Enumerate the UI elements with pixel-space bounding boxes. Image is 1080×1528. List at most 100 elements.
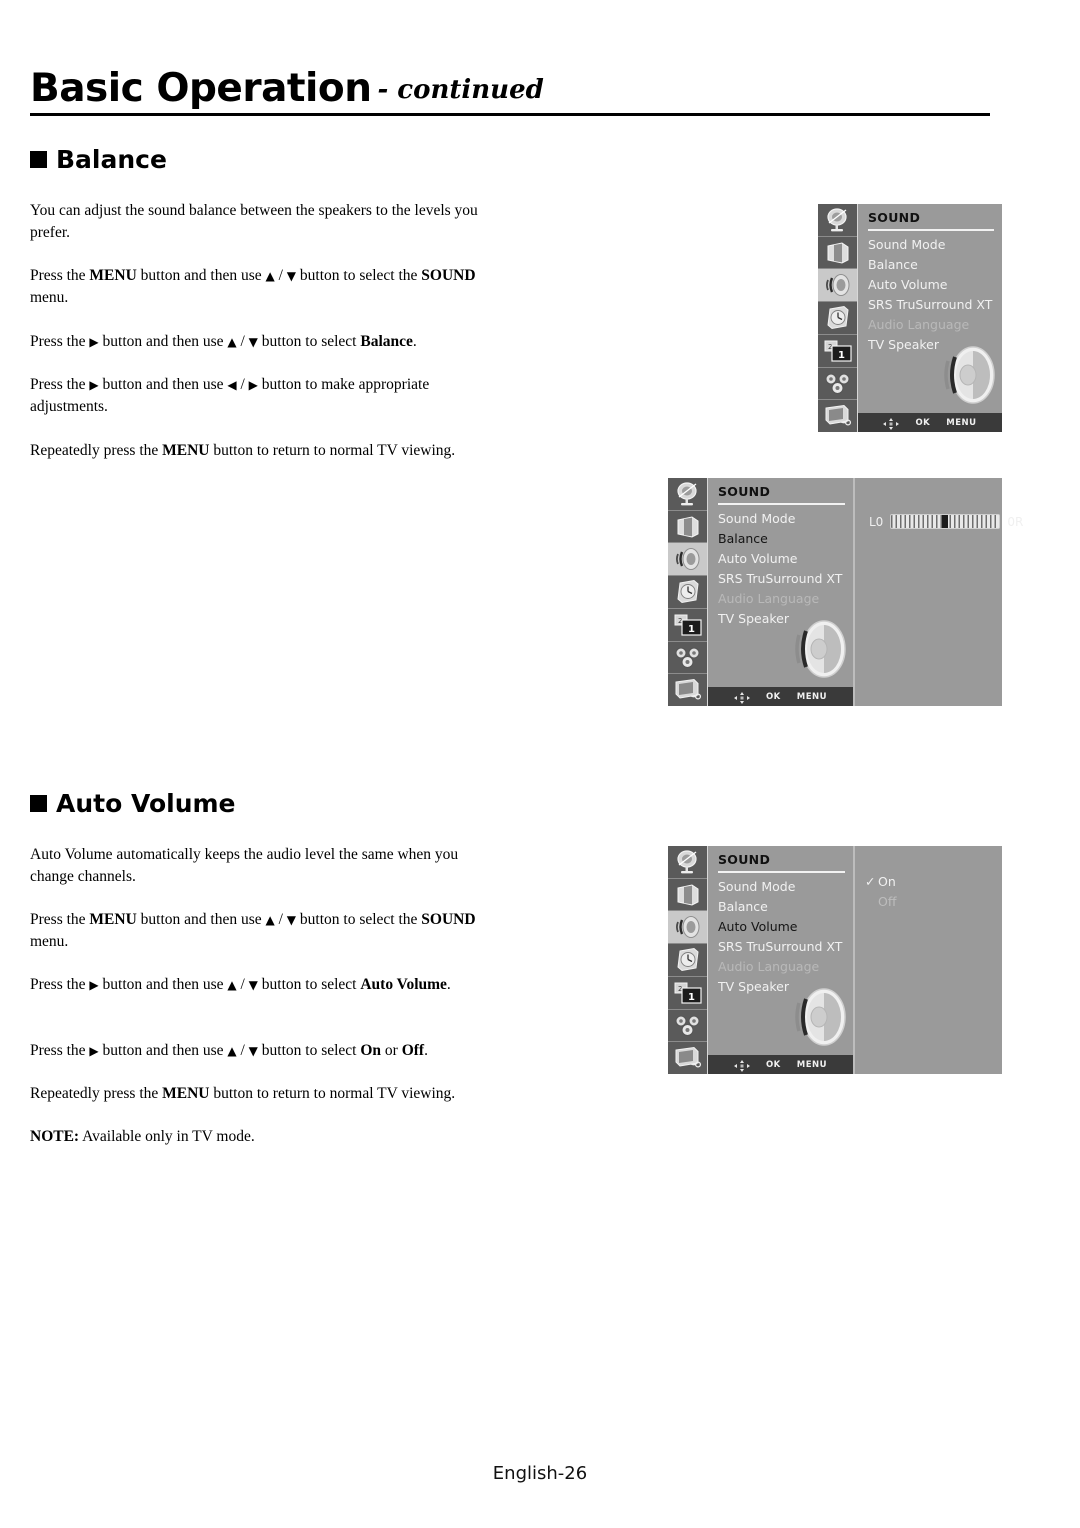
osd-item-sound-mode[interactable]: Sound Mode bbox=[718, 509, 853, 529]
satellite-dish-icon[interactable] bbox=[668, 846, 707, 879]
clock-time-icon[interactable] bbox=[668, 576, 707, 609]
paragraph-balance-intro: You can adjust the sound balance between… bbox=[30, 200, 500, 244]
osd-item-sound-mode[interactable]: Sound Mode bbox=[868, 235, 1002, 255]
manual-page: Basic Operation - continued Balance You c… bbox=[0, 0, 1080, 1528]
satellite-dish-icon[interactable] bbox=[668, 478, 707, 511]
osd-item-balance[interactable]: Balance bbox=[718, 529, 853, 549]
osd-sidebar: 2 1 bbox=[818, 204, 858, 433]
osd-item-audio-language[interactable]: Audio Language bbox=[718, 589, 853, 609]
speaker-graphic-icon bbox=[789, 986, 849, 1048]
osd-item-srs-trusurround-xt[interactable]: SRS TruSurround XT bbox=[868, 295, 1002, 315]
osd-ok-label[interactable]: OK bbox=[766, 1060, 781, 1070]
balance-right-label: 0R bbox=[1007, 514, 1024, 529]
osd-item-balance[interactable]: Balance bbox=[718, 897, 853, 917]
paragraph-balance-step1: Press the MENU button and then use ▲ / ▼… bbox=[30, 267, 476, 306]
osd-menu-panel: SOUND Sound Mode Balance Auto Volume SRS… bbox=[708, 846, 855, 1074]
dpad-navigate-icon[interactable] bbox=[883, 417, 900, 430]
osd-menu-label[interactable]: MENU bbox=[797, 692, 827, 702]
osd-menu-label[interactable]: MENU bbox=[797, 1060, 827, 1070]
osd-item-auto-volume[interactable]: Auto Volume bbox=[718, 549, 853, 569]
osd-ok-label[interactable]: OK bbox=[915, 418, 930, 428]
speaker-graphic-icon bbox=[789, 618, 849, 680]
osd-bottom-bar: OK MENU bbox=[708, 1055, 853, 1074]
paragraph-balance-step4: Repeatedly press the MENU button to retu… bbox=[30, 442, 456, 459]
tv-input-icon[interactable] bbox=[668, 1042, 707, 1075]
osd-item-auto-volume[interactable]: Auto Volume bbox=[868, 275, 1002, 295]
osd-item-srs-trusurround-xt[interactable]: SRS TruSurround XT bbox=[718, 569, 853, 589]
option-off-label: Off bbox=[878, 894, 897, 909]
osd-title-divider bbox=[868, 229, 994, 231]
osd-item-balance[interactable]: Balance bbox=[868, 255, 1002, 275]
pip-screens-icon[interactable]: 2 1 bbox=[818, 334, 857, 368]
balance-slider[interactable]: L0 0R bbox=[869, 514, 1023, 529]
balance-slider-thumb[interactable] bbox=[942, 515, 949, 528]
paragraph-autovolume-intro: Auto Volume automatically keeps the audi… bbox=[30, 844, 500, 888]
checkmark-icon: ✓ bbox=[865, 874, 876, 889]
osd-item-audio-language[interactable]: Audio Language bbox=[718, 957, 853, 977]
dpad-navigate-icon[interactable] bbox=[733, 691, 750, 704]
osd-screenshot-auto-volume: 2 1 SOUND Sound Mode Balance Auto Volume… bbox=[668, 846, 1002, 1075]
svg-text:1: 1 bbox=[688, 624, 695, 635]
osd-sidebar: 2 1 bbox=[668, 846, 708, 1075]
satellite-dish-icon[interactable] bbox=[818, 204, 857, 237]
page-header: Basic Operation - continued bbox=[30, 66, 1040, 111]
paragraph-autovolume-step1: Press the MENU button and then use ▲ / ▼… bbox=[30, 911, 476, 950]
gears-setup-icon[interactable] bbox=[818, 367, 857, 401]
osd-title-divider bbox=[718, 503, 845, 505]
square-bullet-icon bbox=[30, 795, 47, 812]
osd-item-srs-trusurround-xt[interactable]: SRS TruSurround XT bbox=[718, 937, 853, 957]
section-heading-auto-volume-label: Auto Volume bbox=[56, 789, 236, 818]
page-footer: English-26 bbox=[0, 1463, 1080, 1484]
osd-menu-title: SOUND bbox=[868, 210, 921, 225]
paragraph-autovolume-note: NOTE: Available only in TV mode. bbox=[30, 1128, 255, 1145]
osd-menu-panel: SOUND Sound Mode Balance Auto Volume SRS… bbox=[708, 478, 855, 706]
osd-item-audio-language[interactable]: Audio Language bbox=[868, 315, 1002, 335]
balance-slider-track[interactable] bbox=[890, 514, 1001, 529]
osd-menu-items: Sound Mode Balance Auto Volume SRS TruSu… bbox=[708, 877, 853, 997]
osd-screenshot-sound-menu: 2 1 SOUND Sound Mode Balance Auto Volume… bbox=[818, 204, 1002, 433]
section-heading-auto-volume: Auto Volume bbox=[30, 789, 236, 818]
auto-volume-options: ✓ On Off bbox=[865, 872, 896, 912]
osd-menu-panel: SOUND Sound Mode Balance Auto Volume SRS… bbox=[858, 204, 1002, 432]
dpad-navigate-icon[interactable] bbox=[733, 1059, 750, 1072]
speaker-sound-icon[interactable] bbox=[668, 911, 707, 945]
tv-input-icon[interactable] bbox=[818, 400, 857, 433]
paragraph-text: Auto Volume automatically keeps the audi… bbox=[30, 846, 459, 885]
svg-text:1: 1 bbox=[838, 350, 845, 361]
page-title: Basic Operation bbox=[30, 66, 372, 111]
picture-screen-icon[interactable] bbox=[818, 236, 857, 270]
gears-setup-icon[interactable] bbox=[668, 1009, 707, 1043]
gears-setup-icon[interactable] bbox=[668, 641, 707, 675]
page-title-continued: - continued bbox=[377, 75, 544, 105]
clock-time-icon[interactable] bbox=[818, 302, 857, 335]
pip-screens-icon[interactable]: 2 1 bbox=[668, 608, 707, 642]
picture-screen-icon[interactable] bbox=[668, 510, 707, 544]
speaker-sound-icon[interactable] bbox=[818, 269, 857, 303]
clock-time-icon[interactable] bbox=[668, 944, 707, 977]
header-divider bbox=[30, 113, 990, 116]
osd-bottom-bar: OK MENU bbox=[708, 687, 853, 706]
speaker-sound-icon[interactable] bbox=[668, 543, 707, 577]
osd-sidebar: 2 1 bbox=[668, 478, 708, 707]
tv-input-icon[interactable] bbox=[668, 674, 707, 707]
paragraph-autovolume-step3: Press the ▶ button and then use ▲ / ▼ bu… bbox=[30, 1042, 428, 1059]
square-bullet-icon bbox=[30, 151, 47, 168]
pip-screens-icon[interactable]: 2 1 bbox=[668, 976, 707, 1010]
osd-value-pane-balance: L0 0R bbox=[855, 478, 1023, 706]
osd-item-auto-volume[interactable]: Auto Volume bbox=[718, 917, 853, 937]
section-heading-balance-label: Balance bbox=[56, 145, 167, 174]
picture-screen-icon[interactable] bbox=[668, 878, 707, 912]
osd-menu-title: SOUND bbox=[718, 484, 771, 499]
page-number-label: English-26 bbox=[492, 1463, 588, 1484]
osd-menu-title: SOUND bbox=[718, 852, 771, 867]
option-on[interactable]: ✓ On bbox=[865, 872, 896, 892]
osd-screenshot-balance: 2 1 SOUND Sound Mode Balance Auto Volume… bbox=[668, 478, 1023, 707]
paragraph-balance-step3: Press the ▶ button and then use ◀ / ▶ bu… bbox=[30, 376, 430, 415]
osd-item-sound-mode[interactable]: Sound Mode bbox=[718, 877, 853, 897]
option-off[interactable]: Off bbox=[865, 892, 896, 912]
paragraph-balance-step2: Press the ▶ button and then use ▲ / ▼ bu… bbox=[30, 333, 417, 350]
osd-ok-label[interactable]: OK bbox=[766, 692, 781, 702]
speaker-graphic-icon bbox=[938, 344, 998, 406]
osd-menu-label[interactable]: MENU bbox=[946, 418, 976, 428]
option-on-label: On bbox=[878, 874, 896, 889]
